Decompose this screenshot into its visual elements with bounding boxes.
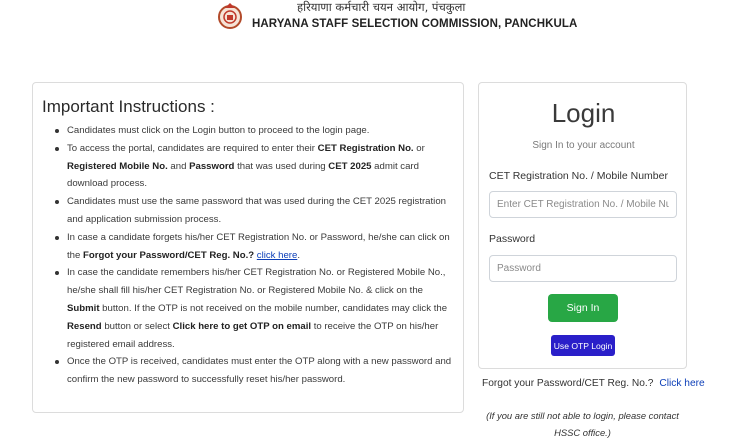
login-card: Login Sign In to your account CET Regist…: [478, 82, 687, 369]
login-title: Login: [551, 98, 616, 128]
instruction-text: that was used during: [234, 160, 329, 172]
instruction-item: To access the portal, candidates are req…: [53, 140, 453, 193]
instruction-bold: CET 2025: [328, 160, 372, 172]
contact-note: (If you are still not able to login, ple…: [486, 410, 679, 438]
emblem-icon: [218, 3, 242, 29]
instruction-bold: Submit: [67, 302, 100, 314]
forgot-password-row: Forgot your Password/CET Reg. No.? Click …: [482, 378, 705, 389]
header-hindi-title: हरियाणा कर्मचारी चयन आयोग, पंचकुला: [297, 0, 466, 14]
instructions-card: Important Instructions : Candidates must…: [32, 82, 464, 413]
instruction-text: Once the OTP is received, candidates mus…: [67, 356, 452, 386]
username-label: CET Registration No. / Mobile Number: [489, 170, 668, 182]
instruction-item: Once the OTP is received, candidates mus…: [53, 353, 453, 389]
forgot-click-here-link[interactable]: click here: [257, 250, 298, 261]
username-input[interactable]: [489, 191, 677, 218]
forgot-password-link[interactable]: Click here: [659, 378, 704, 389]
sign-in-button[interactable]: Sign In: [548, 294, 618, 322]
site-header: हरियाणा कर्मचारी चयन आयोग, पंचकुला HARYA…: [0, 0, 740, 40]
instruction-item: Candidates must use the same password th…: [53, 193, 453, 229]
instruction-item: In case the candidate remembers his/her …: [53, 264, 453, 353]
instruction-text: or: [413, 142, 425, 154]
instruction-item: Candidates must click on the Login butto…: [53, 122, 453, 140]
instruction-text: and: [167, 160, 190, 172]
instruction-text: button or select: [101, 320, 173, 332]
instruction-bold: Password: [189, 160, 235, 172]
otp-login-button[interactable]: Use OTP Login: [551, 335, 615, 356]
instructions-title: Important Instructions :: [42, 97, 215, 116]
instruction-text: button. If the OTP is not received on th…: [99, 302, 448, 314]
instruction-text: To access the portal, candidates are req…: [67, 142, 318, 154]
instruction-bold: Forgot your Password/CET Reg. No.?: [83, 249, 255, 261]
instruction-bold: CET Registration No.: [317, 142, 414, 154]
instruction-bold: Click here to get OTP on email: [172, 320, 312, 332]
instruction-text: In case the candidate remembers his/her …: [67, 267, 446, 297]
login-subtitle: Sign In to your account: [532, 140, 635, 151]
forgot-password-text: Forgot your Password/CET Reg. No.?: [482, 378, 654, 389]
password-input[interactable]: [489, 255, 677, 282]
header-english-title: HARYANA STAFF SELECTION COMMISSION, PANC…: [252, 18, 578, 30]
password-label: Password: [489, 233, 536, 245]
instruction-item: In case a candidate forgets his/her CET …: [53, 229, 453, 265]
instruction-text: .: [297, 249, 300, 261]
instruction-text: Candidates must use the same password th…: [67, 196, 446, 225]
instructions-list: Candidates must click on the Login butto…: [53, 122, 453, 389]
instruction-bold: Resend: [67, 320, 102, 332]
instruction-bold: Registered Mobile No.: [67, 160, 168, 172]
instruction-text: Candidates must click on the Login butto…: [67, 125, 370, 136]
